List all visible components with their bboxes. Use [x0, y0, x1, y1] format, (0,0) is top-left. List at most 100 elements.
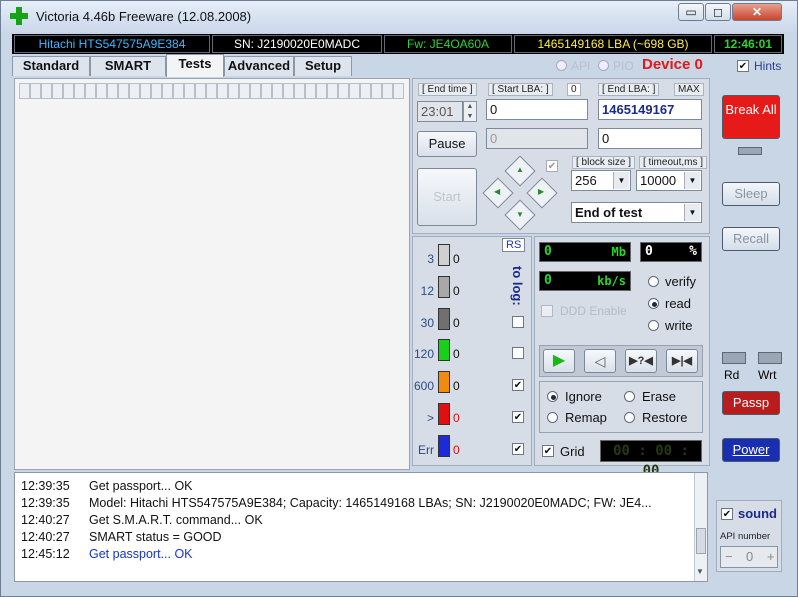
timing-threshold-label: 30	[420, 316, 434, 330]
log-timing-checkbox[interactable]: ✔	[512, 443, 524, 455]
pio-mode-radio[interactable]	[598, 60, 609, 71]
scan-block-cell	[272, 83, 283, 99]
direction-checkbox[interactable]: ✔	[546, 160, 558, 172]
chevron-down-icon: ▼	[684, 204, 700, 221]
ddd-enable-checkbox[interactable]	[541, 305, 553, 317]
mb-display: 0 Mb	[539, 242, 631, 262]
start-lba-small: 0	[567, 83, 581, 96]
jump-end-button[interactable]: ▶|◀	[666, 349, 698, 373]
end-time-input[interactable]: 23:01	[417, 101, 463, 122]
verify-label: verify	[665, 274, 697, 289]
system-clock: 12:46:01	[714, 35, 782, 53]
break-all-button[interactable]: Break All	[722, 95, 780, 139]
log-timing-checkbox[interactable]	[512, 347, 524, 359]
scan-block-cell	[151, 83, 162, 99]
scan-block-cell	[228, 83, 239, 99]
current-lba-field: 0	[486, 128, 588, 149]
scan-block-cell	[30, 83, 41, 99]
log-scrollbar[interactable]: ▼	[694, 473, 707, 581]
scan-block-cell	[118, 83, 129, 99]
device-indicator: Device 0	[642, 56, 703, 73]
read-led-label: Rd	[724, 368, 740, 382]
timing-count: 0	[453, 284, 460, 298]
end-action-select[interactable]: End of test ▼	[571, 202, 702, 223]
scan-block-cell	[327, 83, 338, 99]
percent-unit: %	[689, 244, 697, 259]
play-button[interactable]: ▶	[543, 349, 575, 373]
block-size-select[interactable]: 256 ▼	[571, 170, 631, 191]
scan-block-cell	[19, 83, 30, 99]
scroll-down-icon[interactable]: ▼	[696, 567, 704, 576]
tab-smart[interactable]: SMART	[90, 56, 166, 76]
timing-count: 0	[453, 411, 460, 425]
log-message: Get passport... OK	[89, 547, 193, 561]
decrement-button[interactable]: −	[725, 549, 733, 564]
end-time-spinner[interactable]: ▲ ▼	[463, 101, 477, 122]
scan-block-cell	[371, 83, 382, 99]
rewind-button[interactable]: ◁	[584, 349, 616, 373]
verify-radio[interactable]	[648, 276, 659, 287]
tab-setup[interactable]: Setup	[294, 56, 352, 76]
hints-checkbox[interactable]: ✔	[737, 60, 749, 72]
to-log-label: to log:	[510, 266, 525, 306]
hints-label: Hints	[754, 59, 782, 73]
drive-serial: SN: J2190020E0MADC	[212, 35, 382, 53]
chevron-down-icon: ▼	[684, 172, 700, 189]
mb-value: 0	[544, 244, 552, 259]
minimize-button[interactable]: ▭	[678, 3, 704, 21]
log-timing-checkbox[interactable]: ✔	[512, 379, 524, 391]
recall-button[interactable]: Recall	[722, 227, 780, 251]
close-button[interactable]: ✕	[732, 3, 782, 21]
write-label: write	[665, 318, 693, 333]
api-number-stepper[interactable]: − 0 +	[720, 546, 778, 568]
log-timing-checkbox[interactable]: ✔	[512, 411, 524, 423]
timing-color-bar	[438, 371, 450, 393]
increment-button[interactable]: +	[767, 549, 775, 564]
end-lba-max-button[interactable]: MAX	[674, 83, 704, 96]
restore-label: Restore	[642, 410, 688, 425]
current-lba2-field: 0	[598, 128, 702, 149]
arrow-up-icon: ▲	[516, 165, 524, 174]
speed-display: 0 kb/s	[539, 271, 631, 291]
write-led	[758, 352, 782, 364]
restore-radio[interactable]	[624, 412, 635, 423]
reset-stats-button[interactable]: RS	[502, 238, 526, 252]
speed-value: 0	[544, 273, 552, 288]
grid-checkbox[interactable]: ✔	[542, 445, 554, 457]
tab-advanced[interactable]: Advanced	[224, 56, 294, 76]
erase-radio[interactable]	[624, 391, 635, 402]
erase-label: Erase	[642, 389, 676, 404]
passport-button[interactable]: Passp	[722, 391, 780, 415]
log-time: 12:39:35	[21, 496, 70, 510]
tab-tests[interactable]: Tests	[166, 54, 224, 77]
pause-button[interactable]: Pause	[417, 131, 477, 157]
end-lba-input[interactable]: 1465149167	[598, 99, 702, 120]
sleep-button[interactable]: Sleep	[722, 182, 780, 206]
power-button[interactable]: Power	[722, 438, 780, 462]
sound-checkbox[interactable]: ✔	[721, 508, 733, 520]
drive-capacity: 1465149168 LBA (~698 GB)	[514, 35, 712, 53]
log-time: 12:45:12	[21, 547, 70, 561]
maximize-button[interactable]: ◻	[705, 3, 731, 21]
ignore-radio[interactable]	[547, 391, 558, 402]
log-timing-checkbox[interactable]	[512, 316, 524, 328]
read-radio[interactable]	[648, 298, 659, 309]
remap-label: Remap	[565, 410, 607, 425]
start-lba-input[interactable]: 0	[486, 99, 588, 120]
skip-bad-button[interactable]: ▶?◀	[625, 349, 657, 373]
scan-block-cell	[360, 83, 371, 99]
timing-threshold-label: Err	[418, 443, 434, 457]
timing-count: 0	[453, 443, 460, 457]
write-radio[interactable]	[648, 320, 659, 331]
start-button[interactable]: Start	[417, 168, 477, 226]
scan-block-cell	[261, 83, 272, 99]
tab-standard[interactable]: Standard	[12, 56, 90, 76]
timeout-select[interactable]: 10000 ▼	[636, 170, 702, 191]
percent-value: 0	[645, 244, 653, 259]
api-mode-radio[interactable]	[556, 60, 567, 71]
timing-color-bar	[438, 308, 450, 330]
percent-display: 0 %	[640, 242, 702, 262]
remap-radio[interactable]	[547, 412, 558, 423]
end-lba-label: [ End LBA: ]	[598, 83, 660, 96]
log-scrollbar-thumb[interactable]	[696, 528, 706, 554]
